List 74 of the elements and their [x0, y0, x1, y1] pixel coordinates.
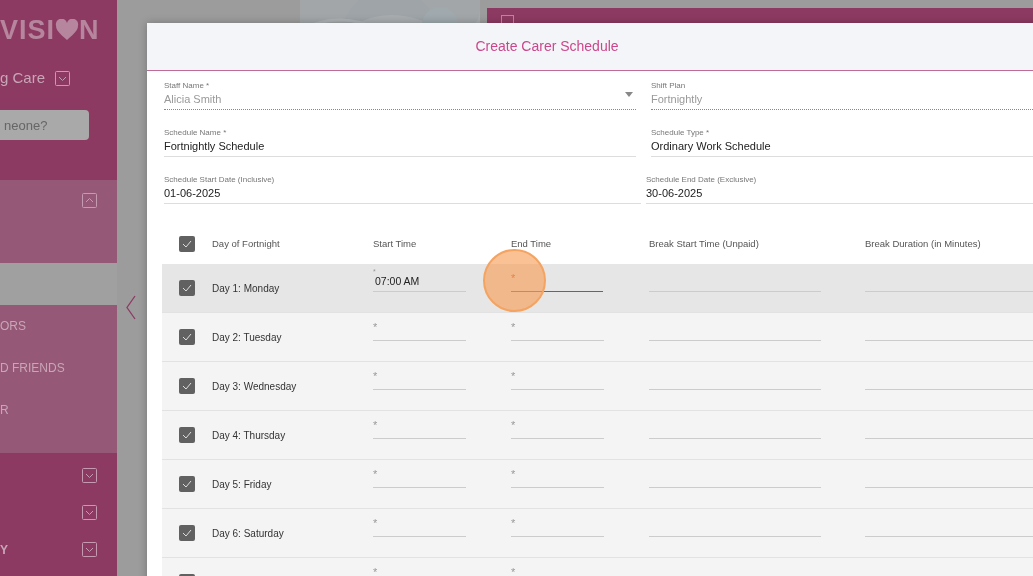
checkmark-icon: [182, 480, 192, 488]
menu-section[interactable]: Y: [0, 540, 8, 559]
field-label: *: [511, 418, 517, 431]
field-label: Shift Plan: [651, 80, 687, 92]
field-label: Schedule Type *: [651, 127, 711, 139]
field-label: Staff Name *: [164, 80, 211, 92]
checkmark-icon: [182, 382, 192, 390]
time-field[interactable]: *: [373, 317, 466, 341]
day-label: Day 6: Saturday: [212, 528, 284, 539]
menu-item[interactable]: D FRIENDS: [0, 347, 117, 389]
column-header: End Time: [511, 237, 552, 249]
caret-icon: [625, 92, 633, 97]
heart-icon: [55, 19, 80, 41]
field-label: *: [373, 320, 379, 333]
checkbox[interactable]: [179, 236, 195, 252]
time-field[interactable]: *: [511, 513, 604, 537]
time-field[interactable]: *: [373, 366, 466, 390]
field-label: Schedule Name *: [164, 127, 228, 139]
day-label: Day 3: Wednesday: [212, 381, 297, 392]
field-label: *: [373, 369, 379, 382]
column-header: Break Duration (in Minutes): [865, 237, 981, 249]
checkbox[interactable]: [179, 427, 195, 443]
time-field[interactable]: *: [511, 464, 604, 488]
column-header: Day of Fortnight: [212, 237, 280, 249]
field-label: *: [511, 369, 517, 382]
checkmark-icon: [182, 284, 192, 292]
text-field[interactable]: 30-06-2025: [646, 186, 1033, 200]
checkmark-icon: [182, 529, 192, 537]
menu-item[interactable]: R: [0, 389, 117, 431]
field-label: *: [511, 467, 517, 480]
field-label: *: [373, 418, 379, 431]
checkbox[interactable]: [179, 280, 195, 296]
checkbox[interactable]: [179, 378, 195, 394]
checkbox[interactable]: [179, 476, 195, 492]
time-field[interactable]: *: [511, 562, 604, 576]
checkmark-icon: [182, 431, 192, 439]
day-label: Day 5: Friday: [212, 479, 272, 490]
field-label: *: [373, 467, 379, 480]
time-field[interactable]: *: [373, 513, 466, 537]
text-field[interactable]: Fortnightly Schedule: [164, 139, 636, 153]
field-label: *: [511, 516, 517, 529]
day-label: Day 2: Tuesday: [212, 332, 282, 343]
menu-item[interactable]: [0, 263, 117, 305]
checkbox[interactable]: [179, 525, 195, 541]
time-field[interactable]: *: [511, 366, 604, 390]
time-field[interactable]: *: [373, 464, 466, 488]
field-label: Schedule End Date (Exclusive): [646, 174, 758, 186]
text-field[interactable]: Ordinary Work Schedule: [651, 139, 1033, 153]
time-field[interactable]: *: [373, 562, 466, 576]
logo-text: VISI: [0, 13, 56, 47]
logo-text: N: [79, 13, 100, 47]
collapse-chevron-icon[interactable]: [126, 295, 136, 320]
field-label: Schedule Start Date (Inclusive): [164, 174, 276, 186]
field-label: *: [511, 320, 517, 333]
field-value: 07:00 AM: [374, 275, 421, 288]
day-label: Day 4: Thursday: [212, 430, 286, 441]
checkmark-icon: [182, 333, 192, 341]
column-header: Start Time: [373, 237, 417, 249]
search-field[interactable]: neone?: [0, 110, 89, 140]
dialog-title: Create Carer Schedule: [475, 37, 620, 56]
dropdown-icon[interactable]: [55, 70, 71, 86]
menu-item[interactable]: ORS: [0, 305, 117, 347]
checkmark-icon: [182, 240, 192, 248]
time-field[interactable]: *: [511, 317, 604, 341]
field-label: *: [373, 516, 379, 529]
time-field[interactable]: *: [373, 415, 466, 439]
field-label: *: [511, 271, 517, 284]
time-field[interactable]: *: [511, 268, 603, 292]
checkbox[interactable]: [179, 329, 195, 345]
organisation-name: g Care: [0, 67, 46, 88]
time-field[interactable]: *: [511, 415, 604, 439]
text-field[interactable]: 01-06-2025: [164, 186, 641, 200]
day-label: Day 1: Monday: [212, 283, 280, 294]
column-header: Break Start Time (Unpaid): [649, 237, 759, 249]
